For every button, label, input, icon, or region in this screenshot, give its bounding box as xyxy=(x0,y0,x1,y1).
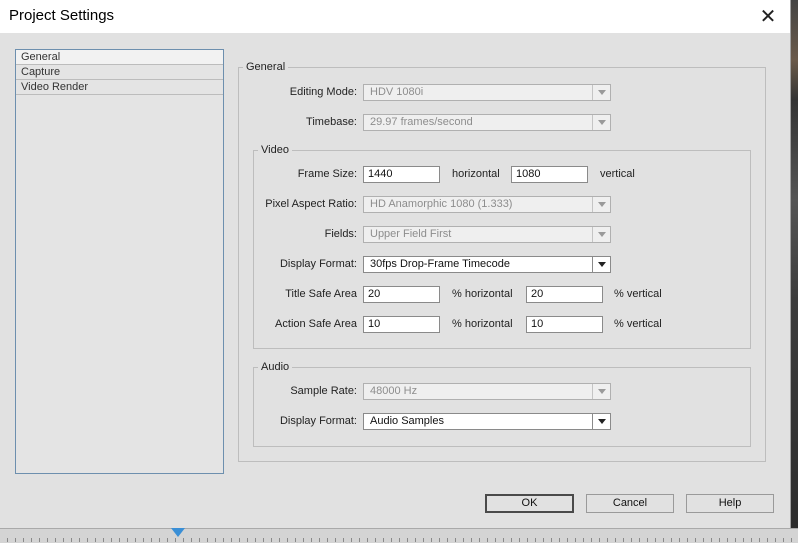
title-safe-vertical-input[interactable]: 20 xyxy=(526,286,603,303)
fields-select[interactable]: Upper Field First xyxy=(363,226,611,243)
pixel-aspect-value: HD Anamorphic 1080 (1.333) xyxy=(370,198,513,210)
editing-mode-select[interactable]: HDV 1080i xyxy=(363,84,611,101)
frame-size-vertical-input[interactable]: 1080 xyxy=(511,166,588,183)
chevron-down-icon xyxy=(592,197,610,212)
title-bar: Project Settings ✕ xyxy=(0,0,790,33)
timebase-value: 29.97 frames/second xyxy=(370,116,473,128)
action-safe-horizontal-input[interactable]: 10 xyxy=(363,316,440,333)
ok-button[interactable]: OK xyxy=(485,494,574,513)
action-safe-horizontal-unit: % horizontal xyxy=(452,318,513,330)
audio-display-format-select[interactable]: Audio Samples xyxy=(363,413,611,430)
title-safe-horizontal-unit: % horizontal xyxy=(452,288,513,300)
sample-rate-value: 48000 Hz xyxy=(370,385,418,397)
project-settings-dialog: Project Settings ✕ General Capture Video… xyxy=(0,0,791,528)
chevron-down-icon xyxy=(592,257,610,272)
sidebar-item-general[interactable]: General xyxy=(16,50,223,65)
audio-display-format-label: Display Format: xyxy=(279,415,357,427)
action-safe-vertical-input[interactable]: 10 xyxy=(526,316,603,333)
pixel-aspect-label: Pixel Aspect Ratio: xyxy=(265,198,357,210)
timebase-select[interactable]: 29.97 frames/second xyxy=(363,114,611,131)
timebase-label: Timebase: xyxy=(306,116,357,128)
action-safe-vertical-unit: % vertical xyxy=(614,318,662,330)
title-safe-horizontal-input[interactable]: 20 xyxy=(363,286,440,303)
dialog-title: Project Settings xyxy=(9,7,115,24)
sidebar-item-capture[interactable]: Capture xyxy=(16,65,223,80)
chevron-down-icon xyxy=(592,384,610,399)
frame-size-horizontal-input[interactable]: 1440 xyxy=(363,166,440,183)
sample-rate-label: Sample Rate: xyxy=(290,385,357,397)
video-display-format-label: Display Format: xyxy=(279,258,357,270)
chevron-down-icon xyxy=(592,115,610,130)
playhead-marker[interactable] xyxy=(171,528,185,537)
action-safe-label: Action Safe Area xyxy=(275,318,357,330)
sample-rate-select[interactable]: 48000 Hz xyxy=(363,383,611,400)
close-button[interactable]: ✕ xyxy=(752,1,784,31)
pixel-aspect-select[interactable]: HD Anamorphic 1080 (1.333) xyxy=(363,196,611,213)
fields-value: Upper Field First xyxy=(370,228,452,240)
title-safe-label: Title Safe Area xyxy=(285,288,357,300)
sidebar-item-video-render[interactable]: Video Render xyxy=(16,80,223,95)
fields-label: Fields: xyxy=(324,228,357,240)
title-safe-vertical-unit: % vertical xyxy=(614,288,662,300)
chevron-down-icon xyxy=(592,414,610,429)
video-display-format-value: 30fps Drop-Frame Timecode xyxy=(370,258,510,270)
general-group-label: General xyxy=(243,61,289,73)
editing-mode-value: HDV 1080i xyxy=(370,86,424,98)
chevron-down-icon xyxy=(592,227,610,242)
cancel-button[interactable]: Cancel xyxy=(586,494,674,513)
video-display-format-select[interactable]: 30fps Drop-Frame Timecode xyxy=(363,256,611,273)
close-icon: ✕ xyxy=(759,5,777,28)
settings-category-list: General Capture Video Render xyxy=(15,49,224,474)
frame-size-horizontal-unit: horizontal xyxy=(452,168,500,180)
chevron-down-icon xyxy=(592,85,610,100)
frame-size-vertical-unit: vertical xyxy=(600,168,635,180)
help-button[interactable]: Help xyxy=(686,494,774,513)
video-group-label: Video xyxy=(258,144,292,156)
audio-display-format-value: Audio Samples xyxy=(370,415,444,427)
audio-group-label: Audio xyxy=(258,361,293,373)
background-app-strip xyxy=(790,0,798,542)
timeline-ruler[interactable] xyxy=(0,528,798,543)
editing-mode-label: Editing Mode: xyxy=(289,86,357,98)
frame-size-label: Frame Size: xyxy=(297,168,357,180)
audio-group-box xyxy=(253,367,751,447)
